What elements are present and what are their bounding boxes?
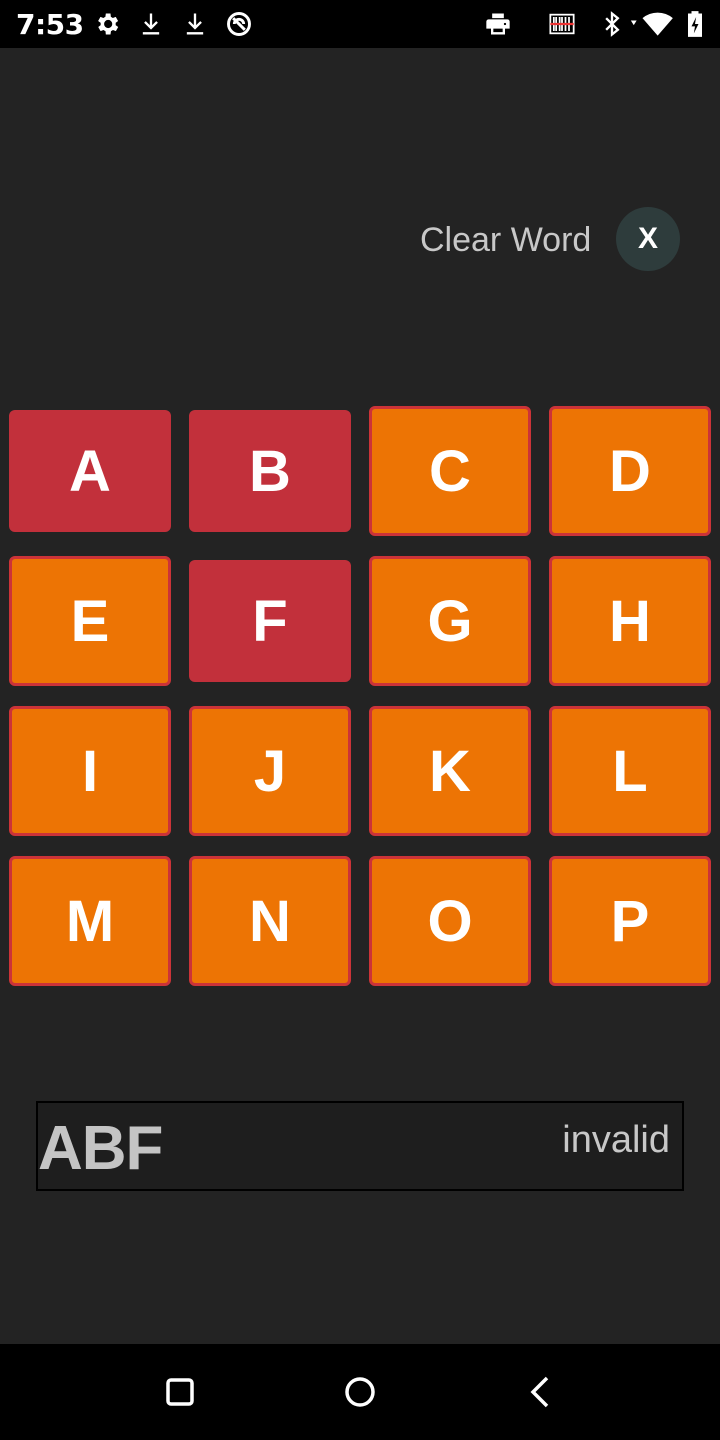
wifi-icon [630,10,676,38]
bluetooth-icon [598,10,626,38]
home-icon[interactable] [340,1372,380,1412]
letter-tile-m[interactable]: M [9,856,171,986]
letter-tile-l[interactable]: L [549,706,711,836]
letter-tile-a[interactable]: A [9,410,171,532]
letter-tile-e[interactable]: E [9,556,171,686]
download-icon [137,10,165,38]
letter-tile-b[interactable]: B [189,410,351,532]
letter-tile-i[interactable]: I [9,706,171,836]
word-status: invalid [562,1119,670,1161]
back-icon[interactable] [520,1372,560,1412]
download-icon [181,10,209,38]
letter-tile-j[interactable]: J [189,706,351,836]
status-time: 7:53 [16,8,84,41]
status-bar: 7:53 [0,0,720,48]
navigation-bar [0,1344,720,1440]
current-word-box: ABF invalid [36,1101,684,1191]
clear-word-label: Clear Word [420,221,592,259]
letter-tile-g[interactable]: G [369,556,531,686]
battery-charging-icon [684,10,706,38]
barcode-icon [548,10,576,38]
letter-tile-p[interactable]: P [549,856,711,986]
letter-tile-f[interactable]: F [189,560,351,682]
letter-tile-k[interactable]: K [369,706,531,836]
recents-icon[interactable] [160,1372,200,1412]
clear-word-button[interactable]: X [616,207,680,271]
letter-tile-c[interactable]: C [369,406,531,536]
no-disturb-icon [225,10,253,38]
letter-tile-n[interactable]: N [189,856,351,986]
print-icon [484,10,512,38]
letter-tile-h[interactable]: H [549,556,711,686]
current-word: ABF [38,1114,163,1183]
gear-icon [93,10,121,38]
letter-tile-d[interactable]: D [549,406,711,536]
letter-tile-o[interactable]: O [369,856,531,986]
